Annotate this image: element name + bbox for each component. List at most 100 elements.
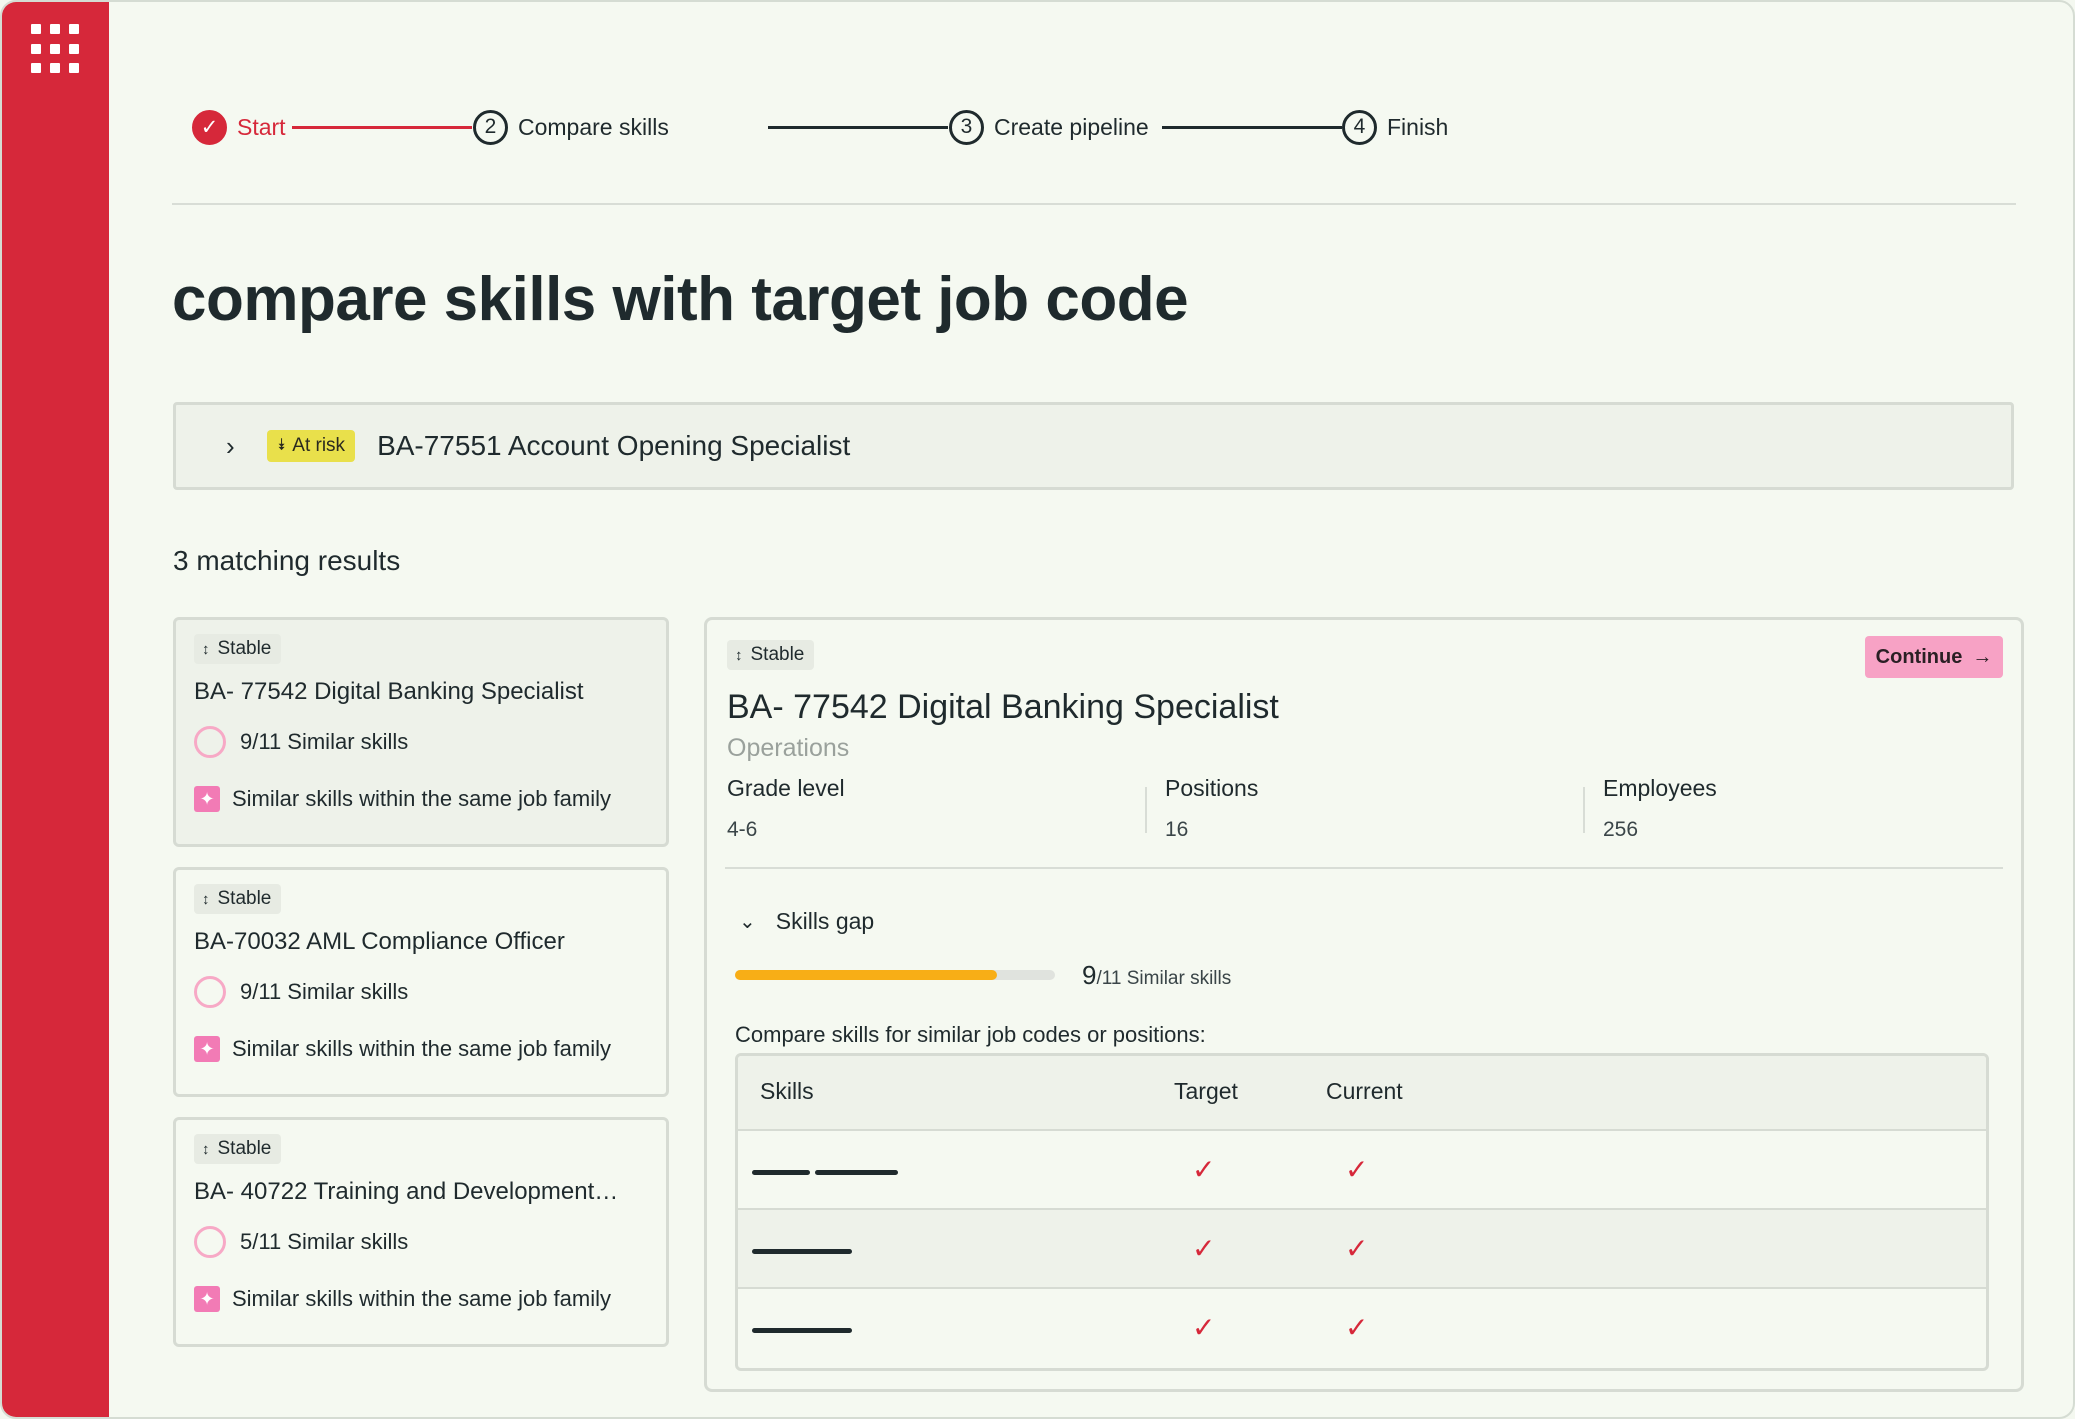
stable-label: Stable: [217, 888, 272, 909]
at-risk-job-title: BA-77551 Account Opening Specialist: [377, 430, 851, 461]
skills-table: Skills Target Current ✓ ✓ ✓ ✓ ✓ ✓: [735, 1053, 1989, 1371]
sparkle-icon: ✦: [194, 786, 220, 812]
stat-separator: [1583, 787, 1585, 833]
sort-icon: ↕: [202, 890, 210, 908]
skills-gap-toggle[interactable]: ⌄ Skills gap: [739, 908, 874, 935]
detail-divider: [725, 867, 2003, 869]
stat-label: Positions: [1165, 775, 1259, 801]
skill-placeholder: [815, 1170, 898, 1175]
progress-ring-icon: [194, 1226, 226, 1258]
stable-badge: ↕ Stable: [194, 884, 282, 914]
step-connector: [1162, 126, 1342, 129]
stat-positions: Positions 16: [1165, 775, 1585, 842]
card-title: BA- 40722 Training and Development…: [194, 1178, 619, 1205]
card-similar-skills: 9/11 Similar skills: [194, 726, 408, 758]
sparkle-icon: ✦: [194, 1286, 220, 1312]
stat-label: Employees: [1603, 775, 1717, 801]
step-connector: [292, 126, 472, 129]
job-family-text: Similar skills within the same job famil…: [232, 1286, 611, 1311]
step-label: Create pipeline: [994, 113, 1149, 140]
stat-separator: [1145, 787, 1147, 833]
continue-label: Continue: [1875, 645, 1963, 668]
table-row: ✓ ✓: [738, 1289, 1986, 1368]
card-similar-skills: 9/11 Similar skills: [194, 976, 408, 1008]
skills-progress-text: 9/11 Similar skills: [1082, 960, 1231, 991]
skills-total: /11 Similar skills: [1096, 968, 1232, 989]
job-detail-panel: ↕ Stable Continue → BA- 77542 Digital Ba…: [704, 617, 2024, 1392]
double-chevron-down-icon: ⯯: [276, 437, 287, 454]
card-title: BA- 77542 Digital Banking Specialist: [194, 678, 584, 705]
checkmark-icon: ✓: [1345, 1233, 1369, 1264]
card-similar-skills: 5/11 Similar skills: [194, 1226, 408, 1258]
results-count: 3 matching results: [173, 545, 401, 576]
left-rail: [2, 2, 109, 1417]
job-family-text: Similar skills within the same job famil…: [232, 1036, 611, 1061]
detail-subtitle: Operations: [727, 734, 850, 762]
arrow-right-icon: →: [1972, 645, 1993, 668]
step-start[interactable]: ✓ Start: [192, 107, 286, 147]
sort-icon: ↕: [202, 640, 210, 658]
at-risk-badge: ⯯ At risk: [266, 430, 356, 462]
stepper: ✓ Start 2 Compare skills 3 Create pipeli…: [192, 107, 1492, 147]
result-card[interactable]: ↕ Stable BA-70032 AML Compliance Officer…: [173, 867, 669, 1097]
step-create-pipeline[interactable]: 3 Create pipeline: [949, 107, 1149, 147]
step-label: Start: [237, 113, 286, 140]
stat-label: Grade level: [727, 775, 845, 801]
sparkle-icon: ✦: [194, 1036, 220, 1062]
header-skills: Skills: [760, 1078, 814, 1104]
at-risk-label: At risk: [292, 435, 346, 456]
sort-icon: ↕: [202, 1140, 210, 1158]
checkmark-icon: ✓: [1192, 1233, 1216, 1264]
similar-skills-text: 9/11 Similar skills: [240, 729, 409, 754]
skills-matched: 9: [1082, 960, 1097, 990]
step-number: 3: [949, 109, 984, 145]
card-title: BA-70032 AML Compliance Officer: [194, 928, 565, 955]
progress-ring-icon: [194, 976, 226, 1008]
skills-progress-fill: [735, 970, 998, 980]
similar-skills-text: 9/11 Similar skills: [240, 979, 409, 1004]
job-stats: Grade level 4-6 Positions 16 Employees 2…: [727, 775, 2007, 845]
skills-progress-bar: [735, 970, 1055, 980]
stat-grade-level: Grade level 4-6: [727, 775, 1147, 842]
header-current: Current: [1326, 1078, 1403, 1104]
stat-value: 256: [1603, 818, 1639, 841]
checkmark-icon: ✓: [1192, 1312, 1216, 1343]
card-job-family: ✦ Similar skills within the same job fam…: [194, 1036, 611, 1062]
check-circle-icon: ✓: [192, 109, 227, 145]
skill-placeholder: [752, 1328, 852, 1333]
step-label: Finish: [1387, 113, 1449, 140]
checkmark-icon: ✓: [1345, 1154, 1369, 1185]
result-card[interactable]: ↕ Stable BA- 77542 Digital Banking Speci…: [173, 617, 669, 847]
stat-value: 4-6: [727, 818, 758, 841]
stat-employees: Employees 256: [1603, 775, 2023, 842]
step-compare-skills[interactable]: 2 Compare skills: [473, 107, 669, 147]
page-title: compare skills with target job code: [172, 265, 1189, 334]
detail-title: BA- 77542 Digital Banking Specialist: [727, 688, 1279, 726]
apps-grid-icon[interactable]: [31, 24, 81, 74]
job-family-text: Similar skills within the same job famil…: [232, 786, 611, 811]
result-card[interactable]: ↕ Stable BA- 40722 Training and Developm…: [173, 1117, 669, 1347]
checkmark-icon: ✓: [1192, 1154, 1216, 1185]
step-label: Compare skills: [518, 113, 669, 140]
sort-icon: ↕: [735, 646, 743, 664]
header-divider: [172, 203, 2016, 205]
checkmark-icon: ✓: [1345, 1312, 1369, 1343]
table-row: ✓ ✓: [738, 1131, 1986, 1210]
chevron-down-icon: ⌄: [739, 911, 756, 933]
header-target: Target: [1174, 1078, 1238, 1104]
compare-label: Compare skills for similar job codes or …: [735, 1022, 1206, 1047]
table-header: Skills Target Current: [738, 1056, 1986, 1131]
main-content: ✓ Start 2 Compare skills 3 Create pipeli…: [109, 2, 2073, 1417]
continue-button[interactable]: Continue →: [1865, 636, 2003, 678]
stat-value: 16: [1165, 818, 1189, 841]
stable-badge: ↕ Stable: [194, 1134, 282, 1164]
chevron-right-icon[interactable]: ›: [226, 431, 235, 462]
app-frame: ✓ Start 2 Compare skills 3 Create pipeli…: [0, 0, 2075, 1419]
similar-skills-text: 5/11 Similar skills: [240, 1229, 409, 1254]
stable-badge: ↕ Stable: [194, 634, 282, 664]
step-finish[interactable]: 4 Finish: [1342, 107, 1448, 147]
skills-gap-label: Skills gap: [775, 908, 875, 934]
progress-ring-icon: [194, 726, 226, 758]
step-connector: [768, 126, 948, 129]
at-risk-job-row[interactable]: › ⯯ At risk BA-77551 Account Opening Spe…: [173, 402, 2014, 490]
